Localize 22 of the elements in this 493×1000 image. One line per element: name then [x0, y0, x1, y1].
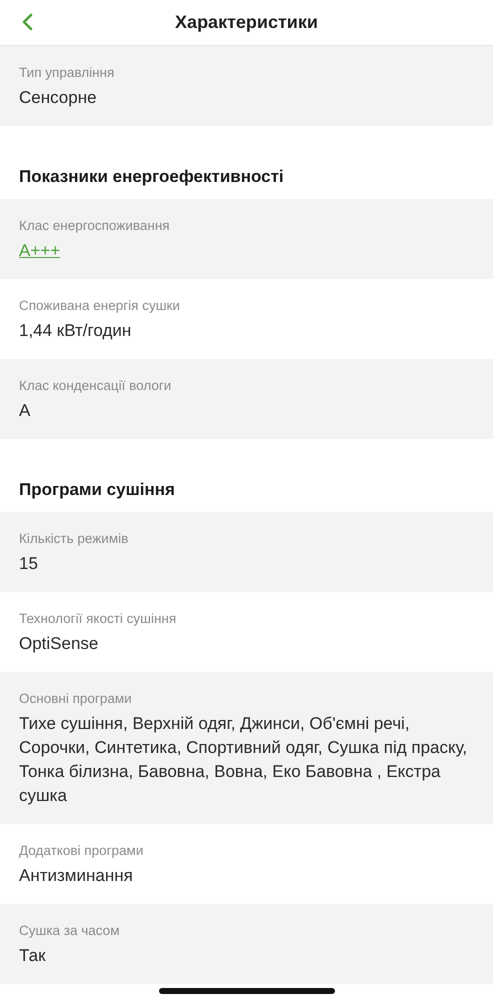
spec-value: 1,44 кВт/годин [19, 320, 132, 342]
spec-label: Клас конденсації вологи [19, 377, 172, 395]
back-chevron-icon [21, 13, 33, 31]
spec-value: Сенсорне [19, 87, 97, 109]
section-heading: Показники енергоефективності [18, 166, 285, 188]
spec-value: A [19, 400, 30, 422]
spec-label: Клас енергоспоживання [19, 217, 170, 235]
spec-value: OptiSense [19, 633, 98, 655]
spec-label: Основні програми [19, 690, 132, 708]
spec-label: Сушка за часом [19, 922, 120, 940]
spec-label: Технології якості сушіння [19, 610, 176, 628]
spec-value-link[interactable]: A+++ [19, 239, 60, 263]
spec-value: Так [19, 945, 46, 967]
spec-value: 15 [19, 553, 38, 575]
spec-value: Тихе сушіння, Верхній одяг, Джинси, Об'ємні речі, Сорочки, Синтетика, Спортивний одяг, Сушка під праску, Тонка білизна, Бавовна, Вовна, Еко Бавовна , Екстра сушка [19, 713, 468, 807]
spec-label: Додаткові програми [19, 842, 144, 860]
spec-label: Споживана енергія сушки [19, 297, 180, 315]
page-title: Характеристики [175, 12, 318, 33]
spec-label: Кількість режимів [19, 530, 128, 548]
spec-value: Антизминання [19, 865, 133, 887]
section-heading: Програми сушіння [18, 479, 176, 501]
spec-label: Тип управління [19, 64, 114, 82]
